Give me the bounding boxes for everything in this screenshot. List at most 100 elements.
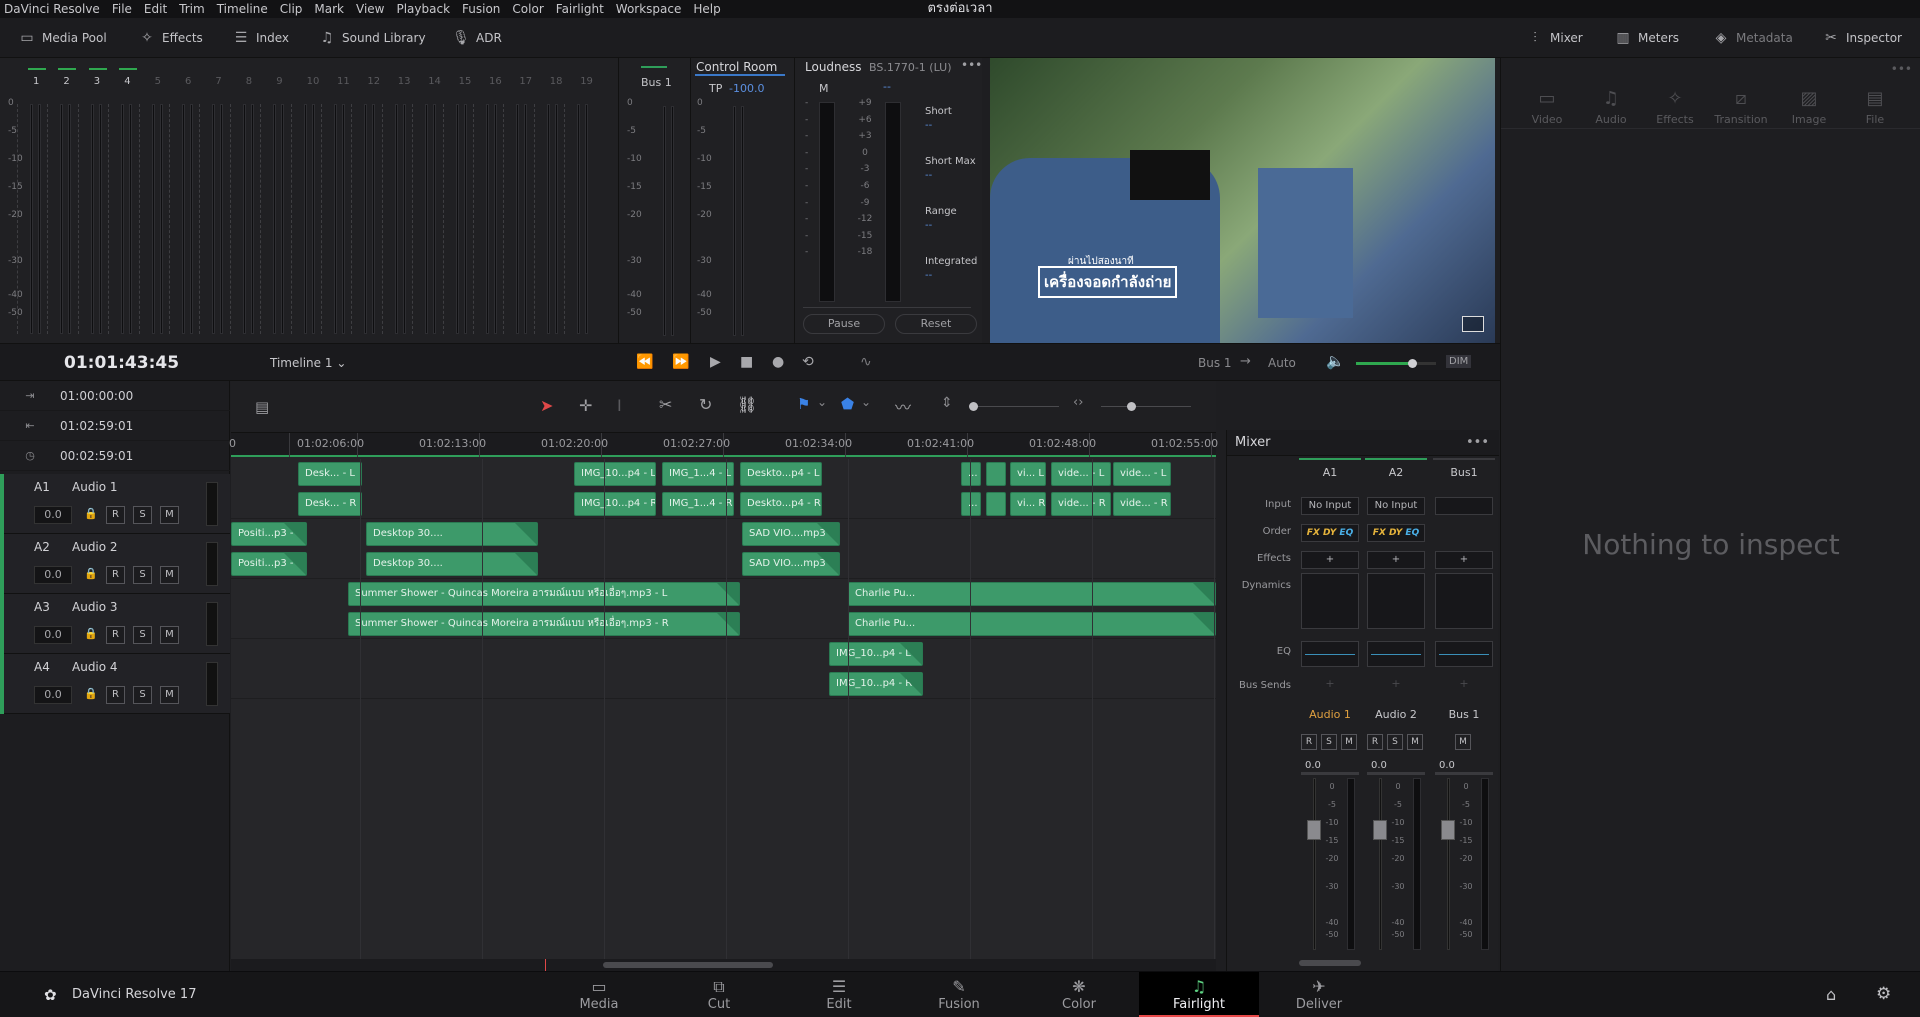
mixer-input-select[interactable]: [1435, 497, 1493, 515]
vertical-zoom-knob[interactable]: [969, 402, 978, 411]
audio-clip[interactable]: Desktop 30....: [366, 552, 538, 576]
mixer-record-button[interactable]: R: [1367, 734, 1383, 750]
mixer-pan-bar[interactable]: [1435, 772, 1493, 775]
menu-timeline[interactable]: Timeline: [211, 2, 274, 16]
horizontal-zoom-slider[interactable]: [1101, 406, 1191, 407]
mixer-solo-button[interactable]: S: [1387, 734, 1403, 750]
menu-fusion[interactable]: Fusion: [456, 2, 506, 16]
waveform-icon[interactable]: 〰: [895, 394, 911, 418]
loudness-standard[interactable]: BS.1770-1 (LU): [869, 61, 952, 74]
audio-clip[interactable]: [986, 492, 1006, 516]
audio-clip[interactable]: ...: [961, 492, 981, 516]
inspector-options-icon[interactable]: •••: [1891, 62, 1912, 76]
inspector-tab-transition[interactable]: ⧄ Transition: [1711, 88, 1771, 126]
effects-button[interactable]: ✧ Effects: [138, 18, 203, 58]
record-arm-button[interactable]: R: [106, 686, 125, 704]
menu-mark[interactable]: Mark: [308, 2, 350, 16]
menu-fairlight[interactable]: Fairlight: [550, 2, 610, 16]
audio-clip[interactable]: Positi...p3 - R: [231, 552, 307, 576]
track-header-a1[interactable]: A1 Audio 1 0.0 🔒 R S M: [0, 474, 230, 534]
timeline-ruler[interactable]: 0 01:02:06:00 01:02:13:00 01:02:20:00 01:02:…: [229, 433, 1218, 457]
settings-gear-icon[interactable]: ⚙: [1876, 984, 1891, 1004]
razor-icon[interactable]: ✂: [659, 395, 672, 414]
inspector-tab-file[interactable]: ▤ File: [1845, 88, 1905, 126]
audio-clip[interactable]: IMG_10...p4 - R: [829, 672, 923, 696]
page-edit[interactable]: ☰ Edit: [779, 972, 899, 1017]
audio-clip[interactable]: ...: [961, 462, 981, 486]
menu-file[interactable]: File: [106, 2, 138, 16]
menu-help[interactable]: Help: [687, 2, 726, 16]
audio-clip[interactable]: vi... L: [1010, 462, 1046, 486]
marker-dropdown-icon[interactable]: ⌄: [861, 395, 871, 409]
mixer-mute-button[interactable]: M: [1407, 734, 1423, 750]
snap-icon[interactable]: ↻: [699, 395, 712, 414]
mixer-input-select[interactable]: No Input: [1301, 497, 1359, 515]
horizontal-zoom-icon[interactable]: ‹›: [1073, 395, 1083, 410]
mute-button[interactable]: M: [160, 686, 179, 704]
inspector-tab-video[interactable]: ▭ Video: [1517, 88, 1577, 126]
audio-clip[interactable]: Summer Shower - Quincas Moreira อารมณ์แบ…: [348, 582, 740, 606]
audio-clip[interactable]: IMG_10...p4 - L: [574, 462, 656, 486]
mixer-fader-knob[interactable]: [1441, 820, 1455, 840]
flag-dropdown-icon[interactable]: ⌄: [817, 395, 827, 409]
mixer-options-icon[interactable]: •••: [1466, 430, 1489, 456]
audio-clip[interactable]: [986, 462, 1006, 486]
monitor-volume-knob[interactable]: [1408, 359, 1417, 368]
edit-tool-icon[interactable]: Ⅰ: [617, 396, 622, 415]
mixer-dynamics-graph[interactable]: [1301, 573, 1359, 629]
mixer-bus-send-add[interactable]: +: [1365, 677, 1427, 690]
loudness-options-icon[interactable]: •••: [961, 58, 982, 72]
mixer-fader-track[interactable]: [1447, 778, 1450, 950]
mixer-fader-track[interactable]: [1313, 778, 1316, 950]
solo-button[interactable]: S: [133, 686, 152, 704]
monitor-volume-slider[interactable]: [1356, 359, 1436, 368]
track-header-a3[interactable]: A3 Audio 3 0.0 🔒 R S M: [0, 594, 230, 654]
mixer-pan-bar[interactable]: [1301, 772, 1359, 775]
inspector-tab-effects[interactable]: ✧ Effects: [1645, 88, 1705, 126]
record-arm-button[interactable]: R: [106, 566, 125, 584]
track-volume-field[interactable]: 0.0: [34, 626, 72, 644]
mixer-effects-add[interactable]: +: [1301, 551, 1359, 569]
audio-clip[interactable]: IMG_1...4 - L: [662, 462, 734, 486]
menu-trim[interactable]: Trim: [173, 2, 211, 16]
track-name[interactable]: Audio 2: [72, 540, 118, 554]
rewind-icon[interactable]: ⏪: [636, 354, 653, 370]
mixer-fader-knob[interactable]: [1307, 820, 1321, 840]
audio-clip[interactable]: Deskto...p4 - R: [740, 492, 822, 516]
audio-clip[interactable]: vide... - R: [1113, 492, 1171, 516]
timeline-area[interactable]: ▤ ➤ ✛ Ⅰ ✂ ↻ ⛓ ⚑ ⌄ ⬟ ⌄ 〰 ⇕ ‹› 0 01:02:06:0…: [229, 381, 1218, 971]
speaker-icon[interactable]: 🔈: [1326, 352, 1345, 370]
lock-icon[interactable]: 🔒: [84, 687, 98, 700]
mixer-input-select[interactable]: No Input: [1367, 497, 1425, 515]
menu-view[interactable]: View: [350, 2, 390, 16]
timeline-scroll-thumb[interactable]: [603, 962, 773, 968]
record-arm-button[interactable]: R: [106, 506, 125, 524]
mixer-scroll-thumb[interactable]: [1299, 960, 1361, 966]
timeline-view-icon[interactable]: ▤: [255, 398, 269, 416]
marker-icon[interactable]: ⬟: [841, 395, 854, 413]
mixer-fader-knob[interactable]: [1373, 820, 1387, 840]
app-name[interactable]: DaVinci Resolve: [0, 2, 106, 16]
loop-icon[interactable]: ⟲: [802, 354, 814, 370]
record-arm-button[interactable]: R: [106, 626, 125, 644]
mixer-effects-add[interactable]: +: [1367, 551, 1425, 569]
fast-forward-icon[interactable]: ⏩: [672, 354, 689, 370]
track-header-a4[interactable]: A4 Audio 4 0.0 🔒 R S M: [0, 654, 230, 714]
mixer-record-button[interactable]: R: [1301, 734, 1317, 750]
lock-icon[interactable]: 🔒: [84, 627, 98, 640]
inspector-toggle-button[interactable]: ✂ Inspector: [1822, 18, 1902, 58]
page-cut[interactable]: ⧉ Cut: [659, 972, 779, 1017]
track-header-a2[interactable]: A2 Audio 2 0.0 🔒 R S M: [0, 534, 230, 594]
index-button[interactable]: ☰ Index: [232, 18, 289, 58]
record-icon[interactable]: ●: [772, 354, 784, 370]
pause-button[interactable]: Pause: [803, 314, 885, 334]
audio-clip[interactable]: vide... - R: [1051, 492, 1111, 516]
output-bus[interactable]: Bus 1: [1198, 356, 1232, 370]
stop-icon[interactable]: ■: [740, 354, 753, 370]
audio-clip[interactable]: SAD VIO....mp3 - R: [742, 552, 840, 576]
page-fairlight[interactable]: ♫ Fairlight: [1139, 972, 1259, 1017]
mixer-order-button[interactable]: FX DY EQ: [1367, 524, 1425, 542]
audio-clip[interactable]: Summer Shower - Quincas Moreira อารมณ์แบ…: [348, 612, 740, 636]
home-icon[interactable]: ⌂: [1826, 985, 1836, 1004]
go-to-end-icon[interactable]: ⇤: [0, 419, 60, 432]
